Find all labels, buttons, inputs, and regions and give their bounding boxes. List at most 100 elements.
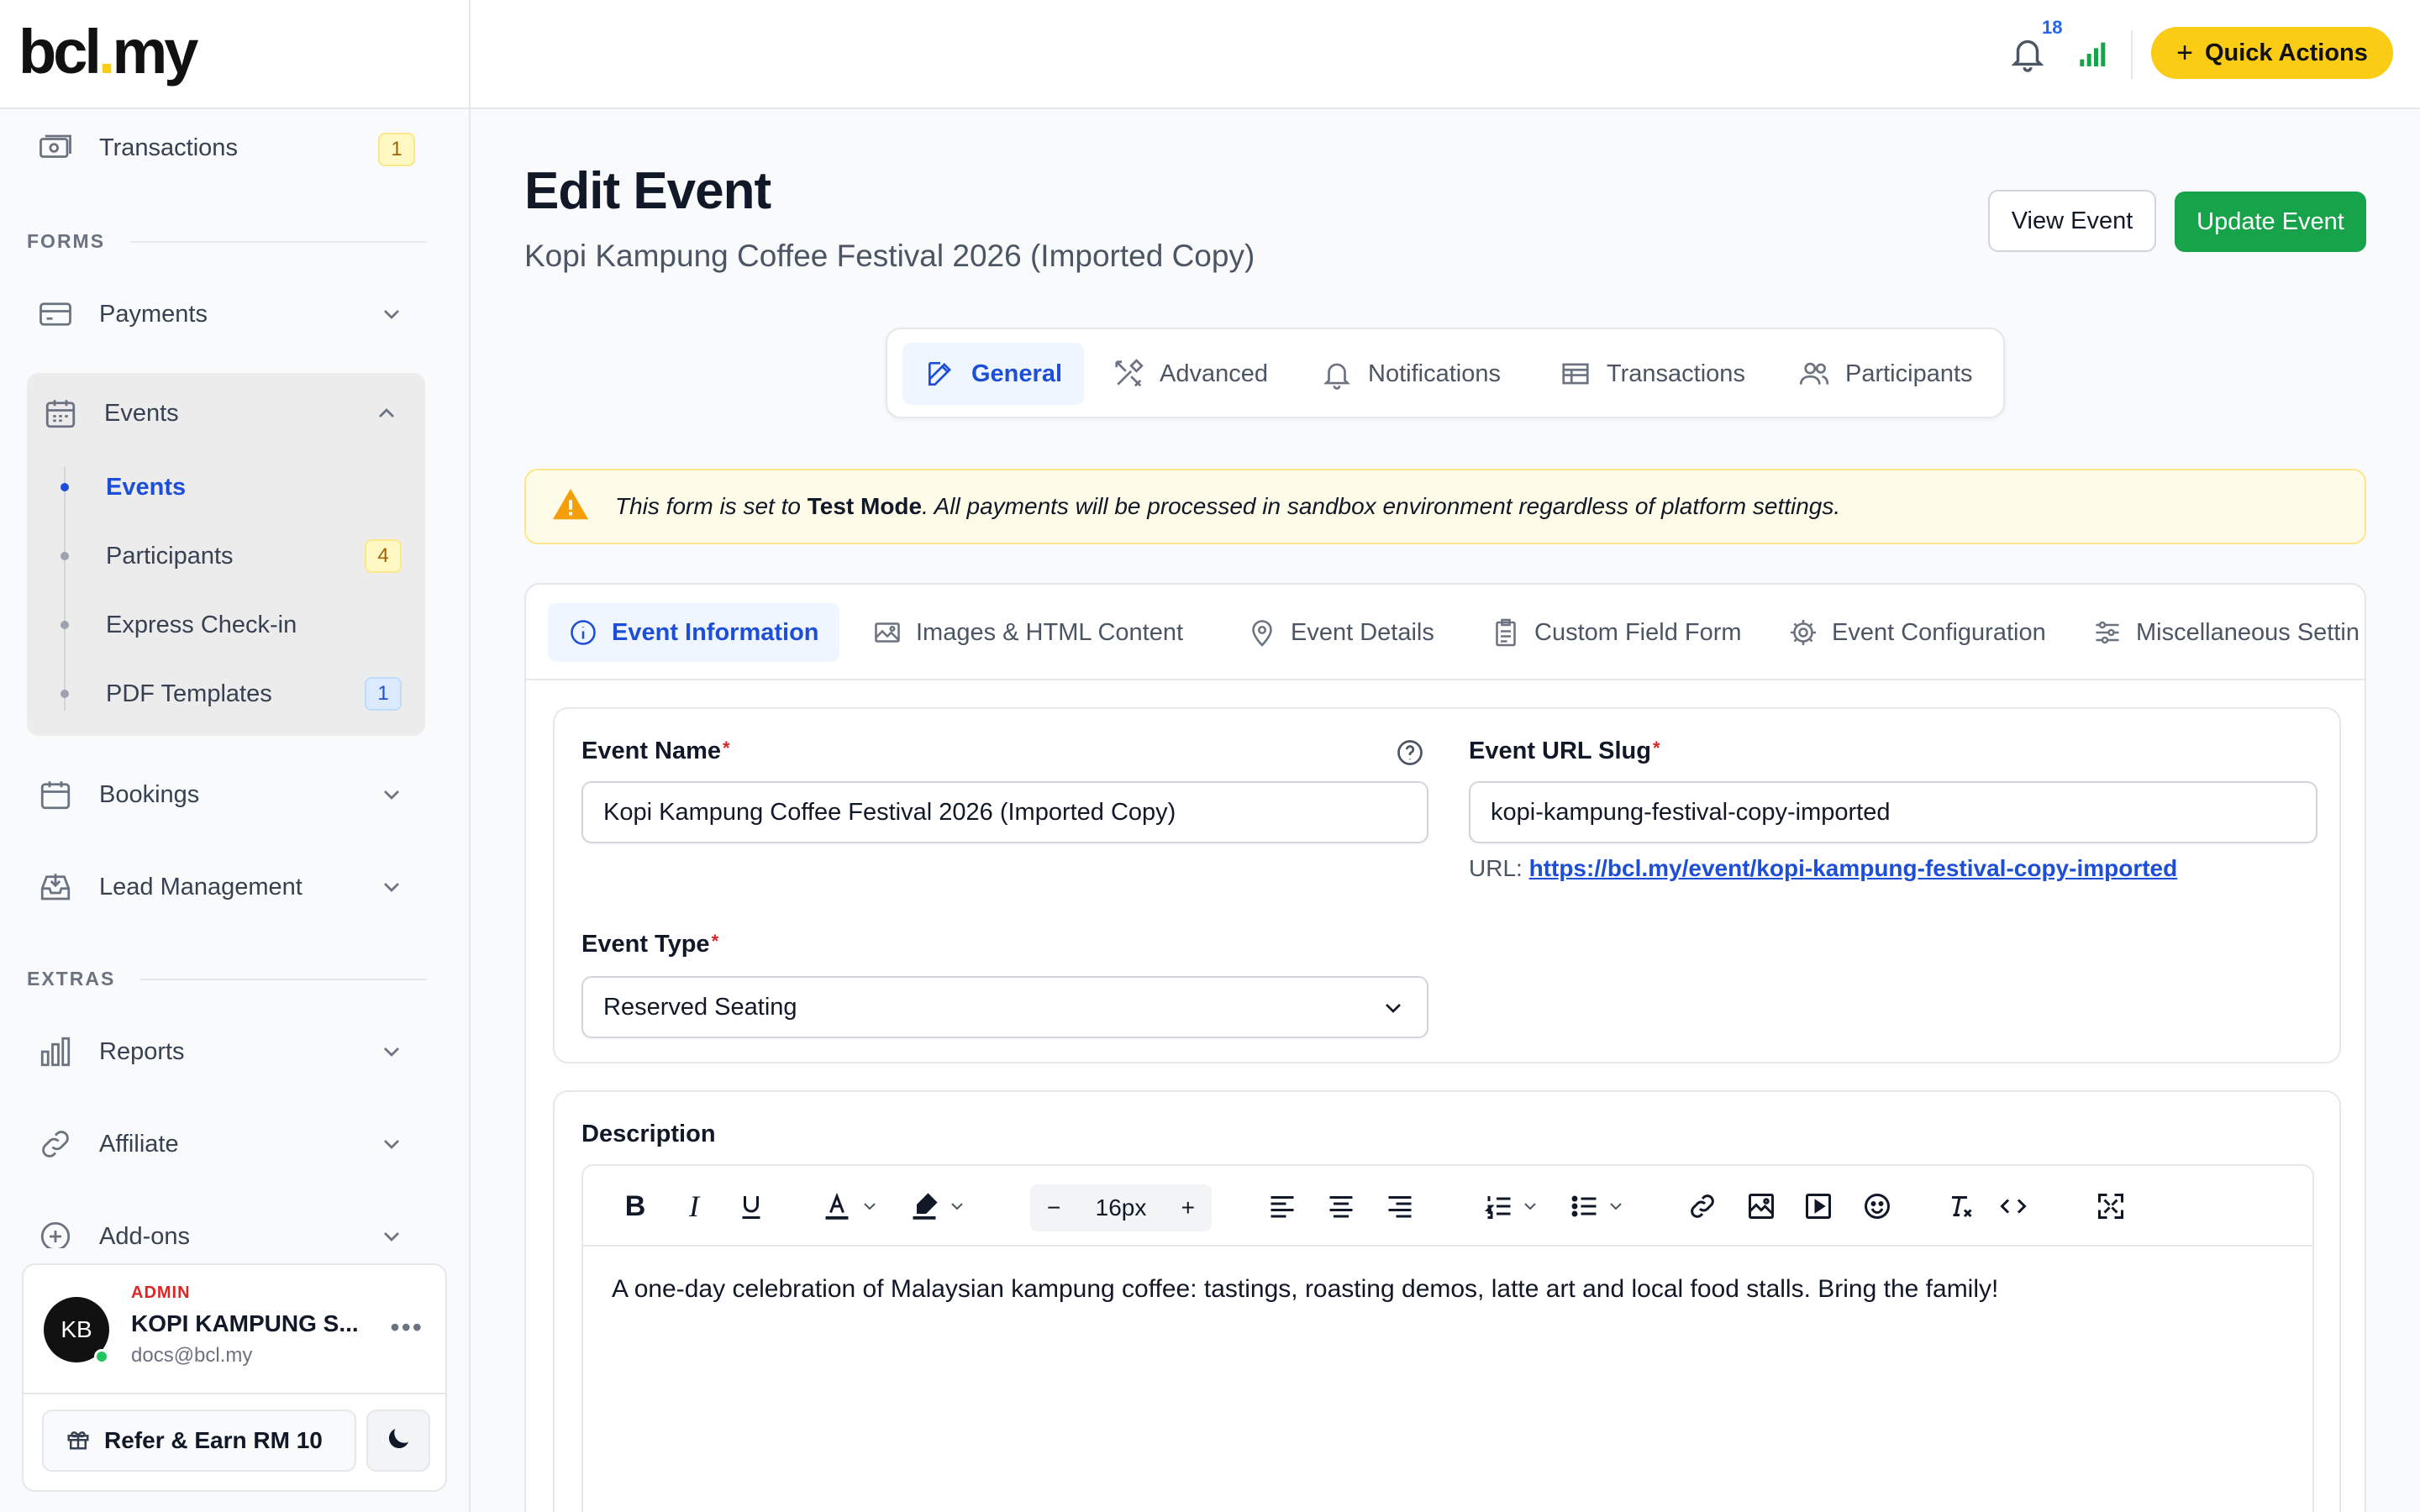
sidebar-item-label: Transactions <box>99 134 238 161</box>
user-name: KOPI KAMPUNG S... <box>131 1310 359 1336</box>
bold-icon[interactable]: B <box>618 1184 652 1228</box>
insert-video-icon[interactable] <box>1802 1184 1835 1228</box>
font-size-value[interactable]: 16px <box>1096 1194 1147 1221</box>
align-left-icon[interactable] <box>1265 1184 1299 1228</box>
event-url-link[interactable]: https://bcl.my/event/kopi-kampung-festiv… <box>1529 855 2178 881</box>
underline-icon[interactable] <box>734 1184 768 1228</box>
event-type-select[interactable]: Reserved Seating <box>581 976 1428 1038</box>
gear-icon <box>1791 620 1816 645</box>
tab-label: Transactions <box>1607 360 1745 387</box>
bullet-dot <box>60 690 69 698</box>
sidebar-item-addons[interactable]: Add-ons <box>37 1211 415 1248</box>
sidebar-item-label: Lead Management <box>99 873 302 900</box>
tab-notifications[interactable]: Notifications <box>1299 343 1523 405</box>
description-content[interactable]: A one-day celebration of Malaysian kampu… <box>612 1275 1998 1304</box>
bar-chart-icon <box>37 1033 74 1070</box>
chevron-down-icon <box>378 1131 405 1158</box>
sidebar-subitem-participants[interactable]: Participants 4 <box>60 531 413 581</box>
emoji-icon[interactable] <box>1860 1184 1894 1228</box>
tab-general[interactable]: General <box>902 343 1084 405</box>
refer-earn-button[interactable]: Refer & Earn RM 10 <box>42 1410 356 1472</box>
sidebar-item-bookings[interactable]: Bookings <box>37 769 415 820</box>
sidebar-subitem-express-checkin[interactable]: Express Check-in <box>60 600 413 650</box>
ordered-list-icon[interactable] <box>1482 1184 1516 1228</box>
main-tabs: General Advanced Notifications Transacti… <box>886 328 2005 418</box>
sidebar-item-transactions[interactable]: Transactions 1 <box>37 123 415 173</box>
font-size-stepper: − 16px + <box>1030 1184 1212 1231</box>
fullscreen-icon[interactable] <box>2094 1184 2128 1228</box>
highlighter-icon[interactable] <box>906 1184 943 1228</box>
chevron-down-icon[interactable] <box>1603 1184 1628 1228</box>
form-section-tabs: Event Information Images & HTML Content … <box>526 585 2365 680</box>
event-url-slug-label: Event URL Slug* <box>1469 738 1660 765</box>
alert-prefix: This form is set to <box>615 493 808 519</box>
description-panel: Description B I − 16px + A one-day celeb… <box>553 1090 2341 1512</box>
chevron-down-icon[interactable] <box>1518 1184 1543 1228</box>
url-prefix: URL: <box>1469 855 1529 881</box>
sidebar-item-label: Add-ons <box>99 1222 191 1249</box>
chevron-up-icon <box>373 400 400 427</box>
tab-label: General <box>971 360 1062 387</box>
italic-icon[interactable]: I <box>677 1184 711 1228</box>
test-mode-alert: This form is set to Test Mode. All payme… <box>524 469 2366 544</box>
tab-transactions[interactable]: Transactions <box>1538 343 1767 405</box>
alert-message: This form is set to Test Mode. All payme… <box>615 493 1840 520</box>
chevron-down-icon[interactable] <box>944 1184 970 1228</box>
sidebar-item-affiliate[interactable]: Affiliate <box>37 1119 415 1169</box>
subtab-miscellaneous-settings[interactable]: Miscellaneous Settin <box>2072 603 2365 662</box>
link-icon[interactable] <box>1686 1184 1719 1228</box>
tools-icon <box>1115 359 1144 387</box>
tab-participants[interactable]: Participants <box>1776 343 1995 405</box>
subtab-images-html[interactable]: Images & HTML Content <box>852 603 1203 662</box>
required-asterisk: * <box>723 738 730 759</box>
sidebar-item-payments[interactable]: Payments <box>37 289 415 339</box>
insert-image-icon[interactable] <box>1744 1184 1778 1228</box>
bullet-list-icon[interactable] <box>1568 1184 1602 1228</box>
tab-label: Participants <box>1845 360 1973 387</box>
chevron-down-icon <box>378 1223 405 1248</box>
quick-actions-button[interactable]: + Quick Actions <box>2151 27 2393 79</box>
event-name-label: Event Name* <box>581 738 730 765</box>
sidebar-item-events[interactable]: Events <box>42 388 410 438</box>
sidebar-item-lead-management[interactable]: Lead Management <box>37 862 415 912</box>
help-icon[interactable] <box>1395 738 1425 768</box>
event-name-input[interactable]: Kopi Kampung Coffee Festival 2026 (Impor… <box>581 781 1428 843</box>
view-event-button[interactable]: View Event <box>1988 190 2156 252</box>
refer-earn-label: Refer & Earn RM 10 <box>104 1427 323 1453</box>
code-view-icon[interactable] <box>1995 1184 2032 1228</box>
bell-icon <box>1323 363 1350 390</box>
quick-actions-label: Quick Actions <box>2204 39 2368 66</box>
user-menu-button[interactable]: ••• <box>390 1312 424 1343</box>
subtab-event-configuration[interactable]: Event Configuration <box>1768 603 2066 662</box>
sidebar-item-reports[interactable]: Reports <box>37 1026 415 1077</box>
decrease-font-size-button[interactable]: − <box>1047 1194 1060 1221</box>
text-color-icon[interactable] <box>818 1184 855 1228</box>
sliders-icon <box>2096 621 2119 644</box>
chevron-down-icon[interactable] <box>857 1184 882 1228</box>
label-text: Event Name <box>581 738 722 764</box>
subtab-event-information[interactable]: Event Information <box>548 603 839 662</box>
clear-format-icon[interactable] <box>1943 1184 1976 1228</box>
subtab-event-details[interactable]: Event Details <box>1227 603 1455 662</box>
sidebar-subitem-pdf-templates[interactable]: PDF Templates 1 <box>60 669 413 719</box>
subtab-custom-field-form[interactable]: Custom Field Form <box>1470 603 1762 662</box>
notifications-bell-icon[interactable] <box>2008 34 2047 72</box>
increase-font-size-button[interactable]: + <box>1181 1194 1195 1221</box>
calendar-icon <box>42 395 79 432</box>
tab-advanced[interactable]: Advanced <box>1091 343 1290 405</box>
event-url-slug-input[interactable]: kopi-kampung-festival-copy-imported <box>1469 781 2317 843</box>
subitem-label: PDF Templates <box>106 680 272 707</box>
forms-section-heading: FORMS <box>27 230 427 253</box>
align-center-icon[interactable] <box>1324 1184 1358 1228</box>
info-icon <box>571 620 596 645</box>
top-bar: 18 + Quick Actions <box>471 0 2420 109</box>
update-event-button[interactable]: Update Event <box>2175 192 2366 252</box>
dark-mode-toggle[interactable] <box>366 1410 430 1472</box>
credit-card-icon <box>37 296 74 333</box>
sidebar-subitem-events[interactable]: Events <box>60 462 413 512</box>
align-right-icon[interactable] <box>1383 1184 1417 1228</box>
sidebar-item-label: Events <box>104 399 179 427</box>
brand-logo[interactable]: bcl.my <box>18 18 198 86</box>
online-status-dot <box>94 1349 109 1364</box>
subitem-label: Participants <box>106 542 234 570</box>
